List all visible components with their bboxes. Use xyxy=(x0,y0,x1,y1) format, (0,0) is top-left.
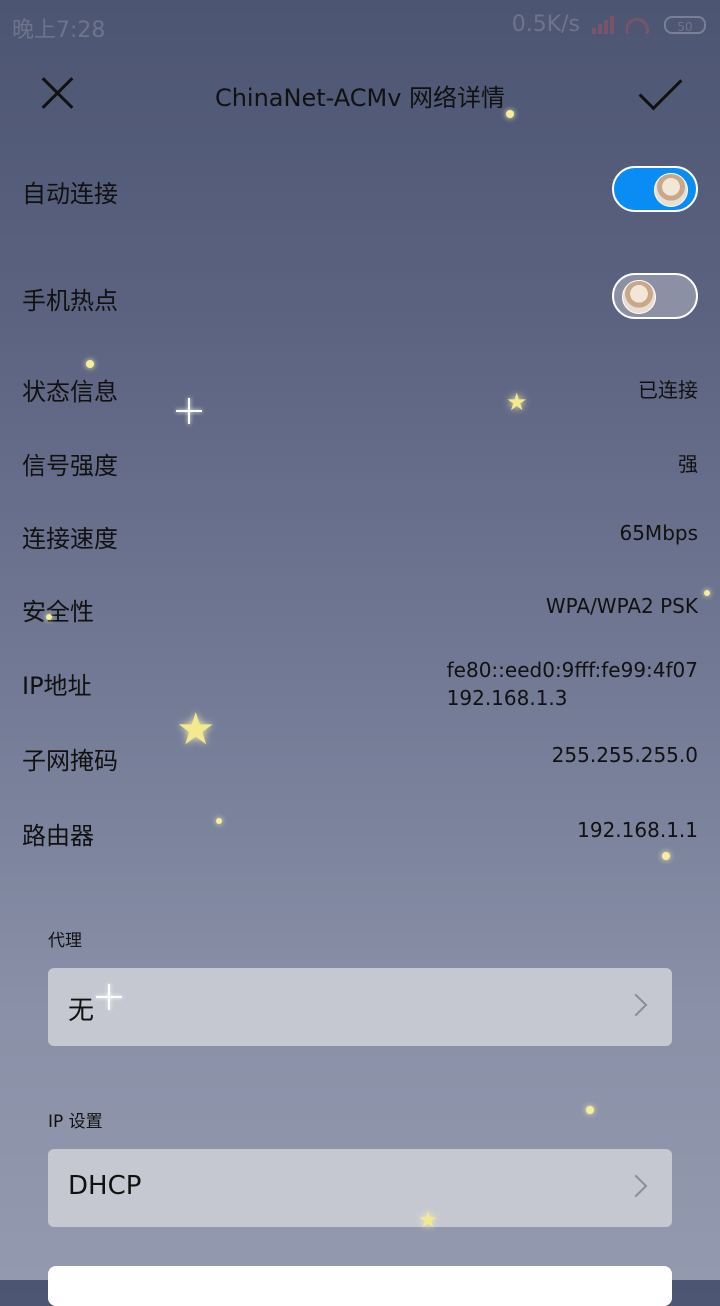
link-speed-value: 65Mbps xyxy=(619,521,698,545)
subnet-label: 子网掩码 xyxy=(22,747,118,775)
ip-values: fe80::eed0:9fff:fe99:4f07 192.168.1.3 xyxy=(447,656,698,712)
ipv6-value: fe80::eed0:9fff:fe99:4f07 xyxy=(446,658,698,682)
router-row: 路由器 192.168.1.1 xyxy=(22,816,698,850)
proxy-select[interactable]: 无 xyxy=(48,968,672,1046)
network-speed: 0.5K/s xyxy=(511,12,580,37)
signal-label: 信号强度 xyxy=(22,452,118,480)
wifi-icon xyxy=(626,16,652,34)
auto-connect-row: 自动连接 xyxy=(22,166,698,214)
glow-dot-icon xyxy=(86,360,94,368)
link-speed-label: 连接速度 xyxy=(22,525,118,553)
security-value: WPA/WPA2 PSK xyxy=(545,594,698,618)
proxy-value: 无 xyxy=(68,996,95,1026)
router-label: 路由器 xyxy=(22,822,94,850)
status-icons: 0.5K/s 50 xyxy=(512,12,706,37)
confirm-check-icon[interactable] xyxy=(636,74,684,114)
cell-signal-icon xyxy=(592,15,614,34)
hotspot-label: 手机热点 xyxy=(22,287,118,315)
ip-settings-section-label: IP 设置 xyxy=(48,1112,103,1132)
hotspot-row: 手机热点 xyxy=(22,273,698,321)
proxy-section-label: 代理 xyxy=(48,931,82,951)
ipv4-value: 192.168.1.3 xyxy=(446,686,568,710)
auto-connect-label: 自动连接 xyxy=(22,180,118,208)
subnet-value: 255.255.255.0 xyxy=(551,743,698,767)
page-title: ChinaNet-ACMv 网络详情 xyxy=(214,84,506,112)
glow-dot-icon xyxy=(46,614,52,620)
bottom-button[interactable] xyxy=(48,1266,672,1306)
ip-row: IP地址 fe80::eed0:9fff:fe99:4f07 192.168.1… xyxy=(22,656,698,712)
status-row: 状态信息 已连接 xyxy=(22,372,698,406)
ip-label: IP地址 xyxy=(22,672,92,700)
chevron-right-icon xyxy=(624,1174,648,1198)
star-decoration-icon: ★ xyxy=(418,1208,438,1233)
status-value: 已连接 xyxy=(638,378,698,402)
status-label: 状态信息 xyxy=(22,378,118,406)
link-speed-row: 连接速度 65Mbps xyxy=(22,519,698,553)
glow-dot-icon xyxy=(704,590,710,596)
toggle-knob-avatar-icon xyxy=(654,173,688,207)
sparkle-icon xyxy=(176,398,202,424)
toggle-knob-avatar-icon xyxy=(622,280,656,314)
star-decoration-icon: ★ xyxy=(176,704,216,755)
header: ChinaNet-ACMv 网络详情 xyxy=(0,60,720,126)
glow-dot-icon xyxy=(662,852,670,860)
glow-dot-icon xyxy=(216,818,222,824)
ip-settings-value: DHCP xyxy=(68,1171,142,1201)
auto-connect-toggle[interactable] xyxy=(612,166,698,212)
signal-value: 强 xyxy=(678,452,698,476)
sparkle-icon xyxy=(96,984,122,1010)
chevron-right-icon xyxy=(624,993,648,1017)
router-value: 192.168.1.1 xyxy=(577,818,698,842)
hotspot-toggle[interactable] xyxy=(612,273,698,319)
ip-settings-select[interactable]: DHCP xyxy=(48,1149,672,1227)
status-bar: 晚上7:28 0.5K/s 50 xyxy=(0,0,720,52)
security-label: 安全性 xyxy=(22,598,94,626)
security-row: 安全性 WPA/WPA2 PSK xyxy=(22,592,698,626)
battery-icon: 50 xyxy=(664,15,706,34)
star-decoration-icon: ★ xyxy=(506,388,528,416)
glow-dot-icon xyxy=(586,1106,594,1114)
glow-dot-icon xyxy=(506,110,514,118)
status-time: 晚上7:28 xyxy=(12,18,106,43)
signal-row: 信号强度 强 xyxy=(22,446,698,480)
subnet-row: 子网掩码 255.255.255.0 xyxy=(22,741,698,775)
